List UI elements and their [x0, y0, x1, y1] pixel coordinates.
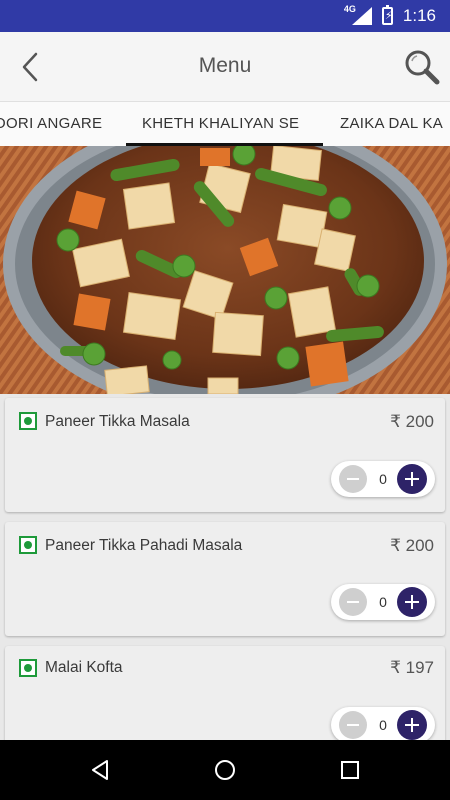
menu-item-card[interactable]: Paneer Tikka Masala ₹ 200 0: [5, 398, 445, 512]
nav-home-icon: [215, 760, 235, 780]
page-title: Menu: [198, 54, 252, 77]
veg-indicator-icon: [19, 412, 37, 430]
nav-back-icon: [92, 760, 108, 780]
decrease-quantity-button[interactable]: [339, 465, 367, 493]
network-type: 4G: [343, 4, 356, 14]
decrease-quantity-button[interactable]: [339, 711, 367, 739]
category-tabs: OORI ANGARE KHETH KHALIYAN SE ZAIKA DAL …: [0, 102, 450, 146]
decrease-quantity-button[interactable]: [339, 588, 367, 616]
item-name: Paneer Tikka Pahadi Masala: [45, 537, 243, 554]
hero-food-image: [0, 146, 450, 394]
status-time: 1:16: [402, 6, 436, 25]
tab-oori-angare[interactable]: OORI ANGARE: [0, 102, 102, 146]
menu-item-card[interactable]: Paneer Tikka Pahadi Masala ₹ 200 0: [5, 522, 445, 636]
quantity-value: 0: [379, 594, 387, 610]
nav-recents-button[interactable]: [330, 750, 370, 790]
increase-quantity-button[interactable]: [397, 710, 427, 740]
tab-kheth-khaliyan-se[interactable]: KHETH KHALIYAN SE: [142, 102, 299, 146]
tab-zaika-dal-ka[interactable]: ZAIKA DAL KA: [340, 102, 443, 146]
nav-recents-icon: [341, 761, 359, 779]
item-price: ₹ 197: [390, 658, 434, 677]
item-name: Paneer Tikka Masala: [45, 413, 190, 430]
quantity-stepper: 0: [331, 584, 435, 620]
system-nav-bar: [0, 740, 450, 800]
increase-quantity-button[interactable]: [397, 464, 427, 494]
signal-icon: 4G: [344, 4, 372, 25]
nav-home-button[interactable]: [205, 750, 245, 790]
search-button[interactable]: [400, 45, 444, 89]
veg-indicator-icon: [19, 659, 37, 677]
quantity-stepper: 0: [331, 707, 435, 743]
nav-back-button[interactable]: [80, 750, 120, 790]
increase-quantity-button[interactable]: [397, 587, 427, 617]
app-bar: Menu: [0, 32, 450, 102]
item-name: Malai Kofta: [45, 659, 123, 676]
search-icon: [405, 50, 440, 85]
quantity-value: 0: [379, 471, 387, 487]
quantity-value: 0: [379, 717, 387, 733]
item-price: ₹ 200: [390, 412, 434, 431]
item-price: ₹ 200: [390, 536, 434, 555]
battery-charging-icon: ⚡: [381, 5, 393, 25]
status-bar: 4G ⚡ 1:16: [0, 0, 450, 32]
quantity-stepper: 0: [331, 461, 435, 497]
veg-indicator-icon: [19, 536, 37, 554]
